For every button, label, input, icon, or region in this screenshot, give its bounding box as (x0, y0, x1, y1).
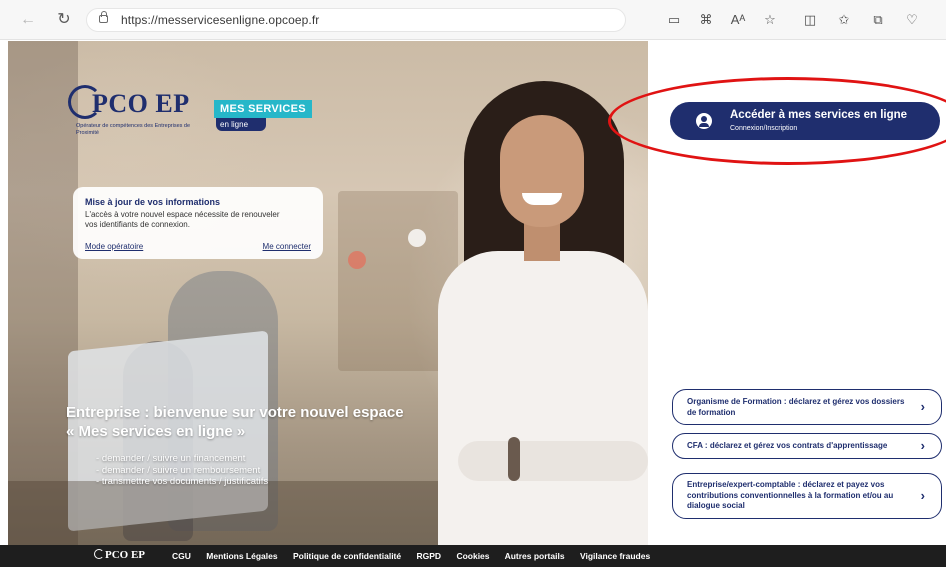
footer-link-cookies[interactable]: Cookies (456, 551, 489, 561)
me-connecter-link[interactable]: Me connecter (263, 242, 311, 251)
hero-feature-list: demander / suivre un financement demande… (96, 453, 268, 488)
reload-icon[interactable]: ↻ (54, 10, 74, 30)
list-item: transmettre vos documents / justificatif… (96, 476, 268, 488)
extensions-icon[interactable]: ♡ (902, 11, 922, 29)
info-card-title: Mise à jour de vos informations (85, 197, 221, 207)
chevron-right-icon: › (920, 438, 925, 453)
lock-icon[interactable] (99, 11, 108, 23)
card-text: CFA : déclarez et gérez vos contrats d'a… (687, 441, 888, 450)
logo-o-mark (94, 549, 104, 559)
favorite-star-icon[interactable]: ☆ (760, 11, 780, 29)
card-text: Entreprise/expert-comptable : déclarez e… (687, 480, 894, 510)
footer-logo[interactable]: PCO EP (94, 549, 145, 561)
card-text: Organisme de Formation : déclarez et gér… (687, 397, 905, 417)
logo-wordmark: PCO EP (92, 89, 190, 118)
right-panel: Accéder à mes services en ligne Connexio… (608, 41, 946, 545)
back-icon[interactable]: ← (18, 10, 38, 30)
site-footer: PCO EP CGU Mentions Légales Politique de… (0, 545, 946, 567)
cfa-card[interactable]: CFA : déclarez et gérez vos contrats d'a… (672, 433, 942, 459)
chevron-right-icon: › (920, 488, 925, 503)
hero-title: Entreprise : bienvenue sur votre nouvel … (66, 403, 446, 441)
list-item: demander / suivre un remboursement (96, 465, 268, 477)
footer-link-mentions-legales[interactable]: Mentions Légales (206, 551, 277, 561)
hero-banner: PCO EP Opérateur de compétences des Entr… (8, 41, 648, 545)
logo-tagline: Opérateur de compétences des Entreprises… (76, 123, 191, 136)
entreprise-expert-comptable-card[interactable]: Entreprise/expert-comptable : déclarez e… (672, 473, 942, 519)
mode-operatoire-link[interactable]: Mode opératoire (85, 242, 143, 251)
address-bar[interactable]: https://messervicesenligne.opcoep.fr (86, 8, 626, 32)
read-aloud-icon[interactable]: ▭ (664, 11, 684, 29)
background-light (408, 229, 426, 247)
background-light (348, 251, 366, 269)
apps-icon[interactable]: ⌘ (696, 11, 716, 29)
info-update-card: Mise à jour de vos informations L'accès … (73, 187, 323, 259)
access-services-label: Accéder à mes services en ligne (730, 109, 908, 121)
access-services-button[interactable]: Accéder à mes services en ligne Connexio… (670, 102, 940, 140)
footer-link-confidentialite[interactable]: Politique de confidentialité (293, 551, 401, 561)
mes-services-badge: MES SERVICES en ligne (214, 99, 312, 131)
chevron-right-icon: › (920, 399, 925, 414)
footer-link-vigilance-fraudes[interactable]: Vigilance fraudes (580, 551, 650, 561)
favorites-icon[interactable]: ✩ (834, 11, 854, 29)
text-size-icon[interactable]: Aᴬ (728, 11, 748, 29)
badge-top: MES SERVICES (214, 100, 312, 118)
footer-logo-text: PCO EP (105, 549, 146, 561)
footer-link-autres-portails[interactable]: Autres portails (505, 551, 565, 561)
footer-link-rgpd[interactable]: RGPD (417, 551, 442, 561)
footer-link-cgu[interactable]: CGU (172, 551, 191, 561)
split-screen-icon[interactable]: ◫ (800, 11, 820, 29)
hero-title-line1: Entreprise : bienvenue sur votre nouvel … (66, 404, 404, 421)
user-account-icon (696, 113, 712, 129)
organisme-formation-card[interactable]: Organisme de Formation : déclarez et gér… (672, 389, 942, 425)
list-item: demander / suivre un financement (96, 453, 268, 465)
url-text[interactable]: https://messervicesenligne.opcoep.fr (121, 13, 319, 27)
footer-links: CGU Mentions Légales Politique de confid… (172, 551, 663, 561)
access-services-sublabel: Connexion/Inscription (730, 125, 798, 132)
collections-icon[interactable]: ⧉ (868, 11, 888, 29)
badge-bottom: en ligne (216, 118, 266, 131)
hero-photo-woman (428, 81, 648, 545)
browser-toolbar: ← ↻ https://messervicesenligne.opcoep.fr… (0, 0, 946, 40)
hero-title-line2: « Mes services en ligne » (66, 423, 246, 440)
info-card-text: L'accès à votre nouvel espace nécessite … (85, 210, 280, 229)
